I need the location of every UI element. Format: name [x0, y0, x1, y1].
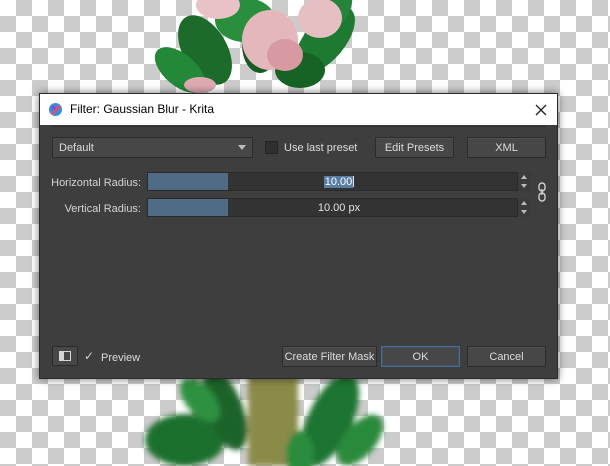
vertical-radius-slider[interactable]: 10.00 px: [147, 198, 531, 217]
use-last-preset-label: Use last preset: [284, 142, 358, 154]
close-icon: [535, 104, 547, 115]
title-bar[interactable]: Filter: Gaussian Blur - Krita: [40, 94, 557, 125]
xml-label: XML: [495, 141, 518, 154]
cancel-button[interactable]: Cancel: [467, 346, 546, 367]
edit-presets-label: Edit Presets: [384, 141, 445, 154]
horizontal-radius-input[interactable]: 10.00: [148, 173, 530, 190]
ok-button[interactable]: OK: [381, 346, 460, 367]
use-last-preset-checkbox[interactable]: [265, 141, 278, 154]
preview-label: Preview: [101, 352, 141, 364]
preview-checkbox[interactable]: ✓: [84, 349, 94, 363]
spin-down-icon[interactable]: [521, 184, 527, 188]
close-button[interactable]: [525, 94, 557, 125]
xml-button[interactable]: XML: [467, 137, 546, 158]
chain-link-icon[interactable]: [537, 182, 547, 202]
cancel-label: Cancel: [489, 350, 524, 363]
preset-dropdown[interactable]: Default: [52, 137, 253, 158]
edit-presets-button[interactable]: Edit Presets: [375, 137, 454, 158]
text-cursor: [353, 176, 355, 187]
chevron-down-icon: [238, 145, 246, 150]
spin-up-icon[interactable]: [521, 201, 527, 205]
horizontal-radius-slider[interactable]: 10.00: [147, 172, 531, 191]
gaussian-blur-dialog: Filter: Gaussian Blur - Krita Default Us…: [39, 93, 558, 379]
title-separator: [52, 126, 546, 127]
spin-down-icon[interactable]: [521, 210, 527, 214]
vertical-radius-spinner[interactable]: [517, 198, 531, 217]
window-title: Filter: Gaussian Blur - Krita: [70, 102, 215, 116]
vertical-radius-label: Vertical Radius:: [64, 203, 141, 215]
horizontal-radius-label: Horizontal Radius:: [51, 177, 141, 189]
leaves-bottom: [145, 370, 383, 466]
vertical-radius-input[interactable]: 10.00 px: [148, 199, 530, 216]
horizontal-radius-value: 10.00: [323, 175, 354, 188]
preset-dropdown-value: Default: [59, 141, 94, 154]
create-filter-mask-label: Create Filter Mask: [284, 350, 375, 363]
spin-up-icon[interactable]: [521, 175, 527, 179]
krita-app-icon: [48, 102, 63, 117]
ok-label: OK: [412, 350, 429, 363]
panel-toggle-button[interactable]: [52, 346, 78, 366]
horizontal-radius-spinner[interactable]: [517, 172, 531, 191]
panel-toggle-icon: [59, 351, 71, 361]
create-filter-mask-button[interactable]: Create Filter Mask: [282, 346, 377, 367]
vertical-radius-value: 10.00 px: [317, 201, 361, 214]
